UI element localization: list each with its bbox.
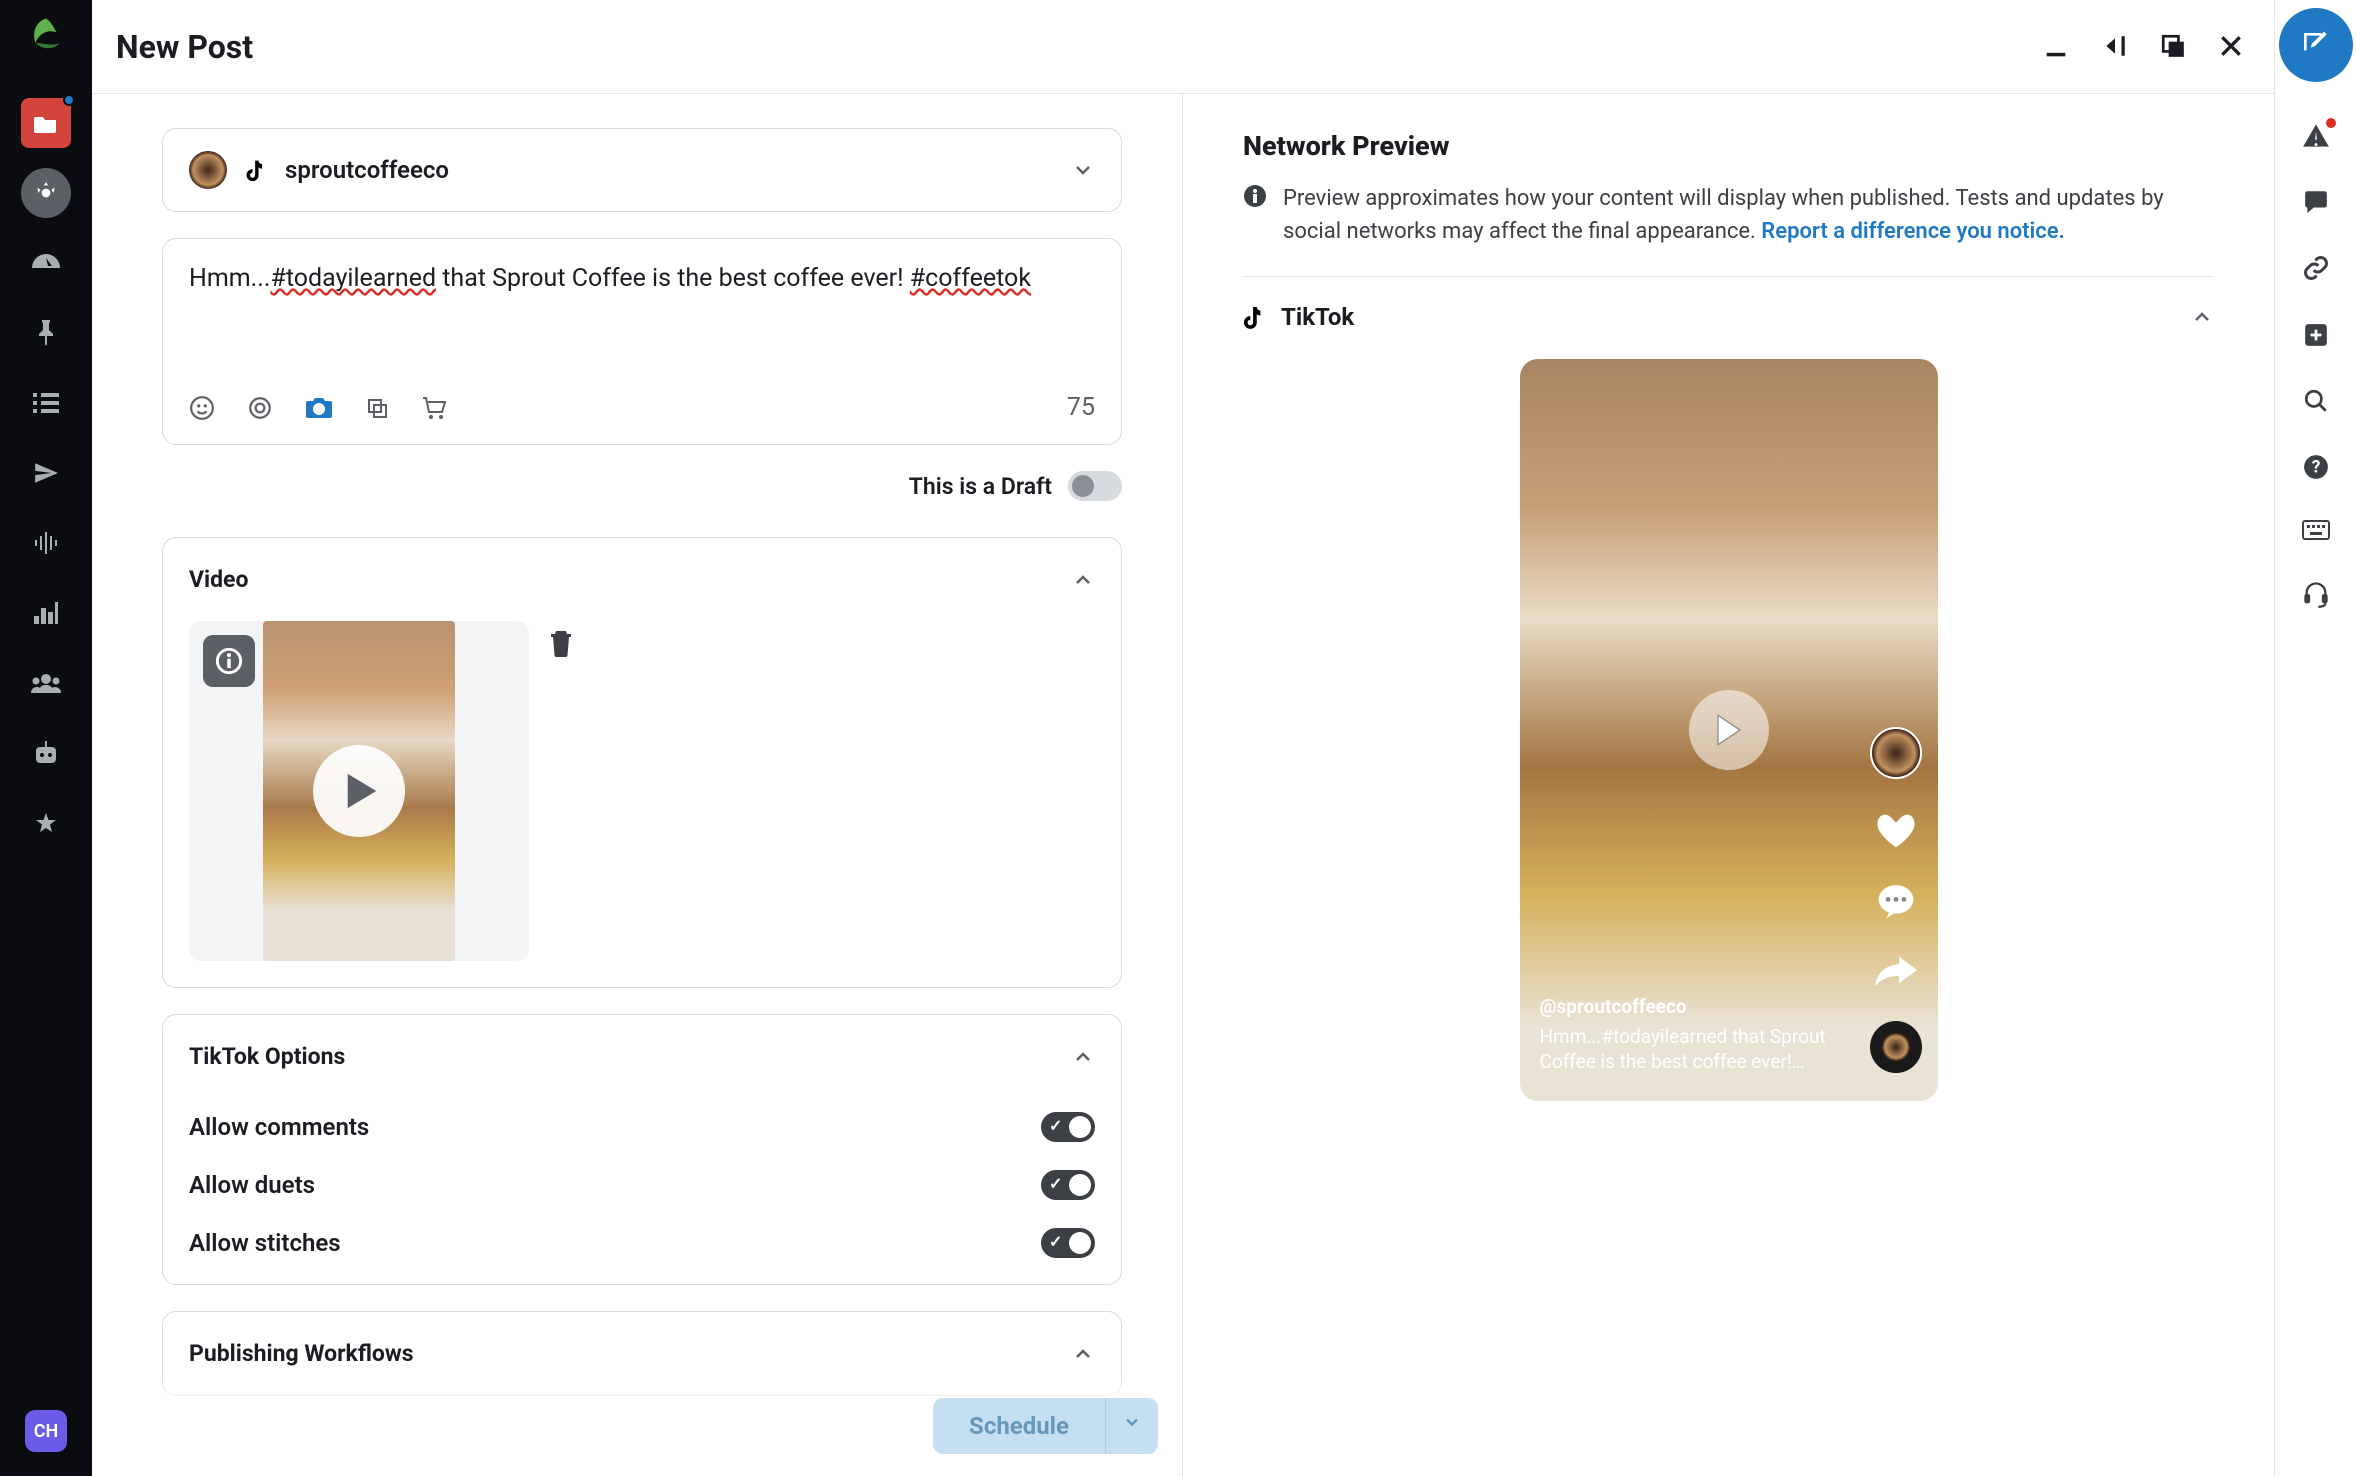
allow-duets-toggle[interactable] xyxy=(1041,1170,1095,1200)
nav-star[interactable] xyxy=(21,798,71,848)
preview-profile-avatar[interactable] xyxy=(1870,727,1922,779)
alert-dot xyxy=(2326,118,2336,128)
tiktok-icon xyxy=(1243,304,1265,330)
workflows-title: Publishing Workflows xyxy=(189,1340,414,1367)
copy-icon[interactable] xyxy=(365,396,389,420)
preview-handle: @sproutcoffeeco xyxy=(1540,994,1848,1020)
play-icon xyxy=(313,745,405,837)
preview-network-label: TikTok xyxy=(1281,303,1354,331)
user-avatar-chip[interactable]: CH xyxy=(25,1410,67,1452)
tiktok-preview-frame: @sproutcoffeeco Hmm...#todayilearned tha… xyxy=(1520,359,1938,1101)
video-section-title: Video xyxy=(189,566,248,593)
allow-duets-label: Allow duets xyxy=(189,1171,315,1199)
info-icon[interactable] xyxy=(203,635,255,687)
profile-avatar xyxy=(189,151,227,189)
link-icon[interactable] xyxy=(2302,254,2330,282)
tiktok-icon xyxy=(245,158,267,182)
info-icon xyxy=(1243,182,1267,248)
share-icon[interactable] xyxy=(1875,953,1917,987)
titlebar: New Post xyxy=(92,0,2274,94)
preview-caption: Hmm...#todayilearned that Sprout Coffee … xyxy=(1540,1024,1848,1075)
chevron-up-icon[interactable] xyxy=(2190,305,2214,329)
chat-icon[interactable] xyxy=(2303,188,2329,214)
emoji-icon[interactable] xyxy=(189,395,215,421)
tiktok-options-title: TikTok Options xyxy=(189,1043,345,1070)
allow-stitches-toggle[interactable] xyxy=(1041,1228,1095,1258)
search-icon[interactable] xyxy=(2303,388,2329,414)
report-difference-link[interactable]: Report a difference you notice. xyxy=(1761,219,2065,244)
schedule-dropdown-button[interactable] xyxy=(1105,1398,1158,1454)
preview-header: Network Preview xyxy=(1243,130,2214,162)
add-icon[interactable] xyxy=(2303,322,2329,348)
cart-icon[interactable] xyxy=(421,396,447,420)
preview-column: Network Preview Preview approximates how… xyxy=(1182,94,2274,1476)
draft-label: This is a Draft xyxy=(909,473,1052,500)
nav-audio[interactable] xyxy=(21,518,71,568)
page-title: New Post xyxy=(116,28,253,66)
character-count: 75 xyxy=(1067,393,1095,422)
nav-inbox[interactable] xyxy=(21,98,71,148)
allow-comments-label: Allow comments xyxy=(189,1113,369,1141)
compose-column: sproutcoffeeco Hmm...#todayilearned that… xyxy=(92,94,1182,1476)
duplicate-icon[interactable] xyxy=(2160,33,2186,61)
compose-fab[interactable] xyxy=(2279,8,2353,82)
support-icon[interactable] xyxy=(2302,580,2330,608)
composer-textarea[interactable]: Hmm...#todayilearned that Sprout Coffee … xyxy=(163,239,1121,379)
video-section: Video xyxy=(162,537,1122,988)
heart-icon[interactable] xyxy=(1876,813,1916,849)
play-icon[interactable] xyxy=(1689,690,1769,770)
allow-comments-toggle[interactable] xyxy=(1041,1112,1095,1142)
allow-stitches-label: Allow stitches xyxy=(189,1229,341,1257)
chevron-up-icon[interactable] xyxy=(1071,1045,1095,1069)
nav-analytics[interactable] xyxy=(21,588,71,638)
right-rail: ? xyxy=(2274,0,2356,1476)
alerts-icon[interactable] xyxy=(2302,122,2330,148)
schedule-button[interactable]: Schedule xyxy=(933,1398,1105,1454)
nav-compose[interactable] xyxy=(21,168,71,218)
svg-text:?: ? xyxy=(2311,457,2320,477)
comment-icon[interactable] xyxy=(1877,883,1915,919)
notification-dot xyxy=(63,94,75,106)
main-area: New Post sproutcoffeeco xyxy=(92,0,2274,1476)
preview-note: Preview approximates how your content wi… xyxy=(1243,182,2214,277)
chevron-up-icon[interactable] xyxy=(1071,568,1095,592)
video-thumbnail[interactable] xyxy=(189,621,529,961)
keyboard-icon[interactable] xyxy=(2302,520,2330,540)
left-nav-rail: CH xyxy=(0,0,92,1476)
chevron-down-icon xyxy=(1071,158,1095,182)
close-icon[interactable] xyxy=(2218,33,2244,61)
chevron-up-icon[interactable] xyxy=(1071,1342,1095,1366)
delete-video-button[interactable] xyxy=(549,621,573,961)
camera-icon[interactable] xyxy=(305,396,333,420)
nav-send[interactable] xyxy=(21,448,71,498)
nav-bot[interactable] xyxy=(21,728,71,778)
composer-card: Hmm...#todayilearned that Sprout Coffee … xyxy=(162,238,1122,445)
target-icon[interactable] xyxy=(247,395,273,421)
nav-pin[interactable] xyxy=(21,308,71,358)
profile-handle: sproutcoffeeco xyxy=(285,156,449,184)
collapse-right-icon[interactable] xyxy=(2102,33,2128,61)
nav-list[interactable] xyxy=(21,378,71,428)
profile-selector[interactable]: sproutcoffeeco xyxy=(162,128,1122,212)
draft-toggle[interactable] xyxy=(1068,471,1122,501)
nav-dashboard[interactable] xyxy=(21,238,71,288)
nav-people[interactable] xyxy=(21,658,71,708)
footer-bar: Schedule xyxy=(92,1376,1182,1476)
app-logo[interactable] xyxy=(24,14,68,58)
minimize-icon[interactable] xyxy=(2042,33,2070,61)
help-icon[interactable]: ? xyxy=(2303,454,2329,480)
sound-disc-icon[interactable] xyxy=(1870,1021,1922,1073)
tiktok-options-section: TikTok Options Allow comments Allow duet… xyxy=(162,1014,1122,1285)
